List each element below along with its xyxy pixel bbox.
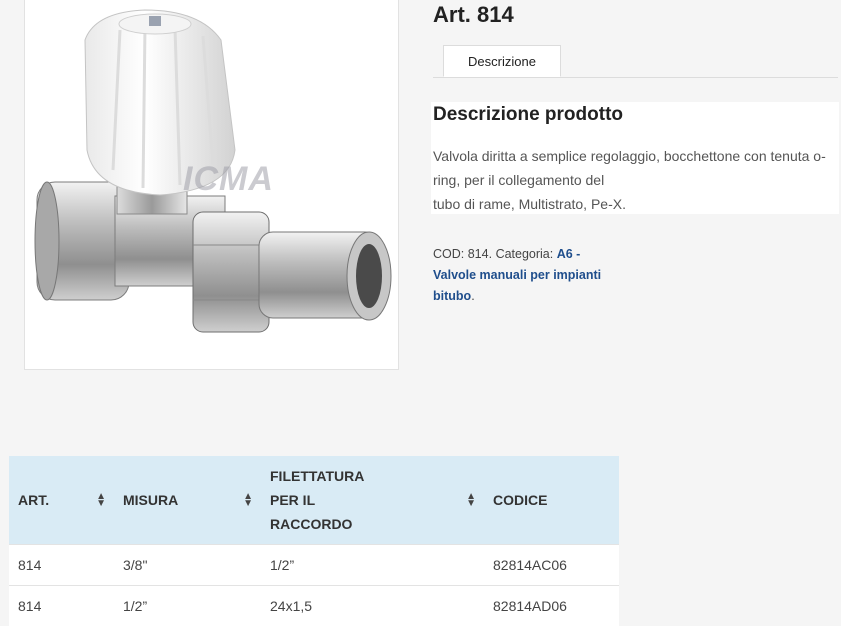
sort-updown-icon[interactable]: ▲▼	[96, 493, 106, 507]
cell-filettatura: 24x1,5	[261, 586, 484, 626]
description-line: tubo di rame, Multistrato, Pe-X.	[433, 192, 837, 216]
product-title: Art. 814	[433, 2, 514, 28]
cell-filettatura: 1/2”	[261, 545, 484, 586]
description-line: Valvola diritta a semplice regolaggio, b…	[433, 144, 837, 168]
column-header-label: MISURA	[114, 488, 261, 512]
cod-label: COD:	[433, 247, 464, 261]
column-header-filettatura[interactable]: FILETTATURA PER IL RACCORDO ▲▼	[261, 456, 484, 545]
meta-suffix: .	[471, 289, 474, 303]
tab-descrizione[interactable]: Descrizione	[443, 45, 561, 77]
brand-logo: ICMA	[183, 160, 274, 199]
column-header-codice: CODICE	[484, 456, 619, 545]
table-row: 814 1/2” 24x1,5 82814AD06	[9, 586, 619, 626]
sort-updown-icon[interactable]: ▲▼	[466, 493, 476, 507]
sort-updown-icon[interactable]: ▲▼	[243, 493, 253, 507]
cell-codice: 82814AC06	[484, 545, 619, 586]
product-meta: COD: 814. Categoria: A6 - Valvole manual…	[433, 244, 623, 307]
column-header-misura[interactable]: MISURA ▲▼	[114, 456, 261, 545]
description-line: ring, per il collegamento del	[433, 168, 837, 192]
description-panel: Descrizione prodotto Valvola diritta a s…	[431, 102, 839, 214]
category-label: Categoria:	[496, 247, 554, 261]
table-header-row: ART. ▲▼ MISURA ▲▼ FILETTATURA PER IL RAC…	[9, 456, 619, 545]
cell-misura: 3/8"	[114, 545, 261, 586]
column-header-label: CODICE	[484, 488, 619, 512]
column-header-art[interactable]: ART. ▲▼	[9, 456, 114, 545]
table-row: 814 3/8" 1/2” 82814AC06	[9, 545, 619, 586]
product-image[interactable]: ICMA	[24, 0, 399, 370]
description-text: Valvola diritta a semplice regolaggio, b…	[433, 144, 837, 216]
cell-art: 814	[9, 545, 114, 586]
variants-table: ART. ▲▼ MISURA ▲▼ FILETTATURA PER IL RAC…	[9, 456, 619, 626]
cod-value: 814.	[468, 247, 492, 261]
column-header-label: FILETTATURA PER IL RACCORDO	[261, 464, 406, 536]
cell-misura: 1/2”	[114, 586, 261, 626]
description-heading: Descrizione prodotto	[433, 104, 623, 126]
cell-codice: 82814AD06	[484, 586, 619, 626]
cell-art: 814	[9, 586, 114, 626]
product-tabs: Descrizione	[433, 45, 838, 78]
